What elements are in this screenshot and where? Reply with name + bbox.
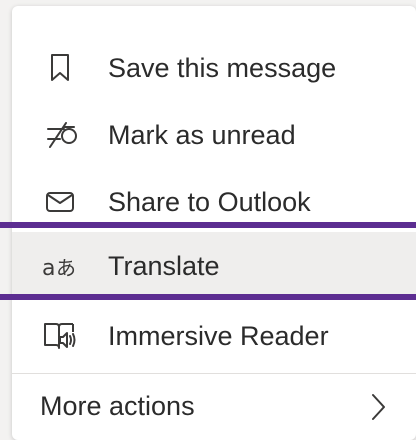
menu-item-label: More actions [40,390,195,421]
menu-item-translate[interactable]: a あ Translate [12,232,416,300]
envelope-icon [42,184,78,220]
mark-unread-icon [42,117,78,153]
svg-text:あ: あ [56,256,76,280]
menu-item-label: Mark as unread [108,119,296,150]
menu-item-label: Share to Outlook [108,186,311,217]
menu-item-label: Immersive Reader [108,320,329,351]
chevron-right-icon [370,392,386,427]
menu-item-mark-unread[interactable]: Mark as unread [12,101,416,169]
translate-icon: a あ [42,248,78,284]
highlight-line-top [0,222,416,228]
bookmark-icon [42,50,78,86]
menu-item-more-actions[interactable]: More actions [12,372,416,440]
immersive-reader-icon [42,318,78,354]
highlight-line-bottom [0,294,416,300]
menu-item-save-message[interactable]: Save this message [12,34,416,102]
menu-item-immersive-reader[interactable]: Immersive Reader [12,302,416,370]
menu-item-label: Translate [108,250,220,281]
menu-item-label: Save this message [108,52,337,83]
svg-text:a: a [42,256,55,281]
